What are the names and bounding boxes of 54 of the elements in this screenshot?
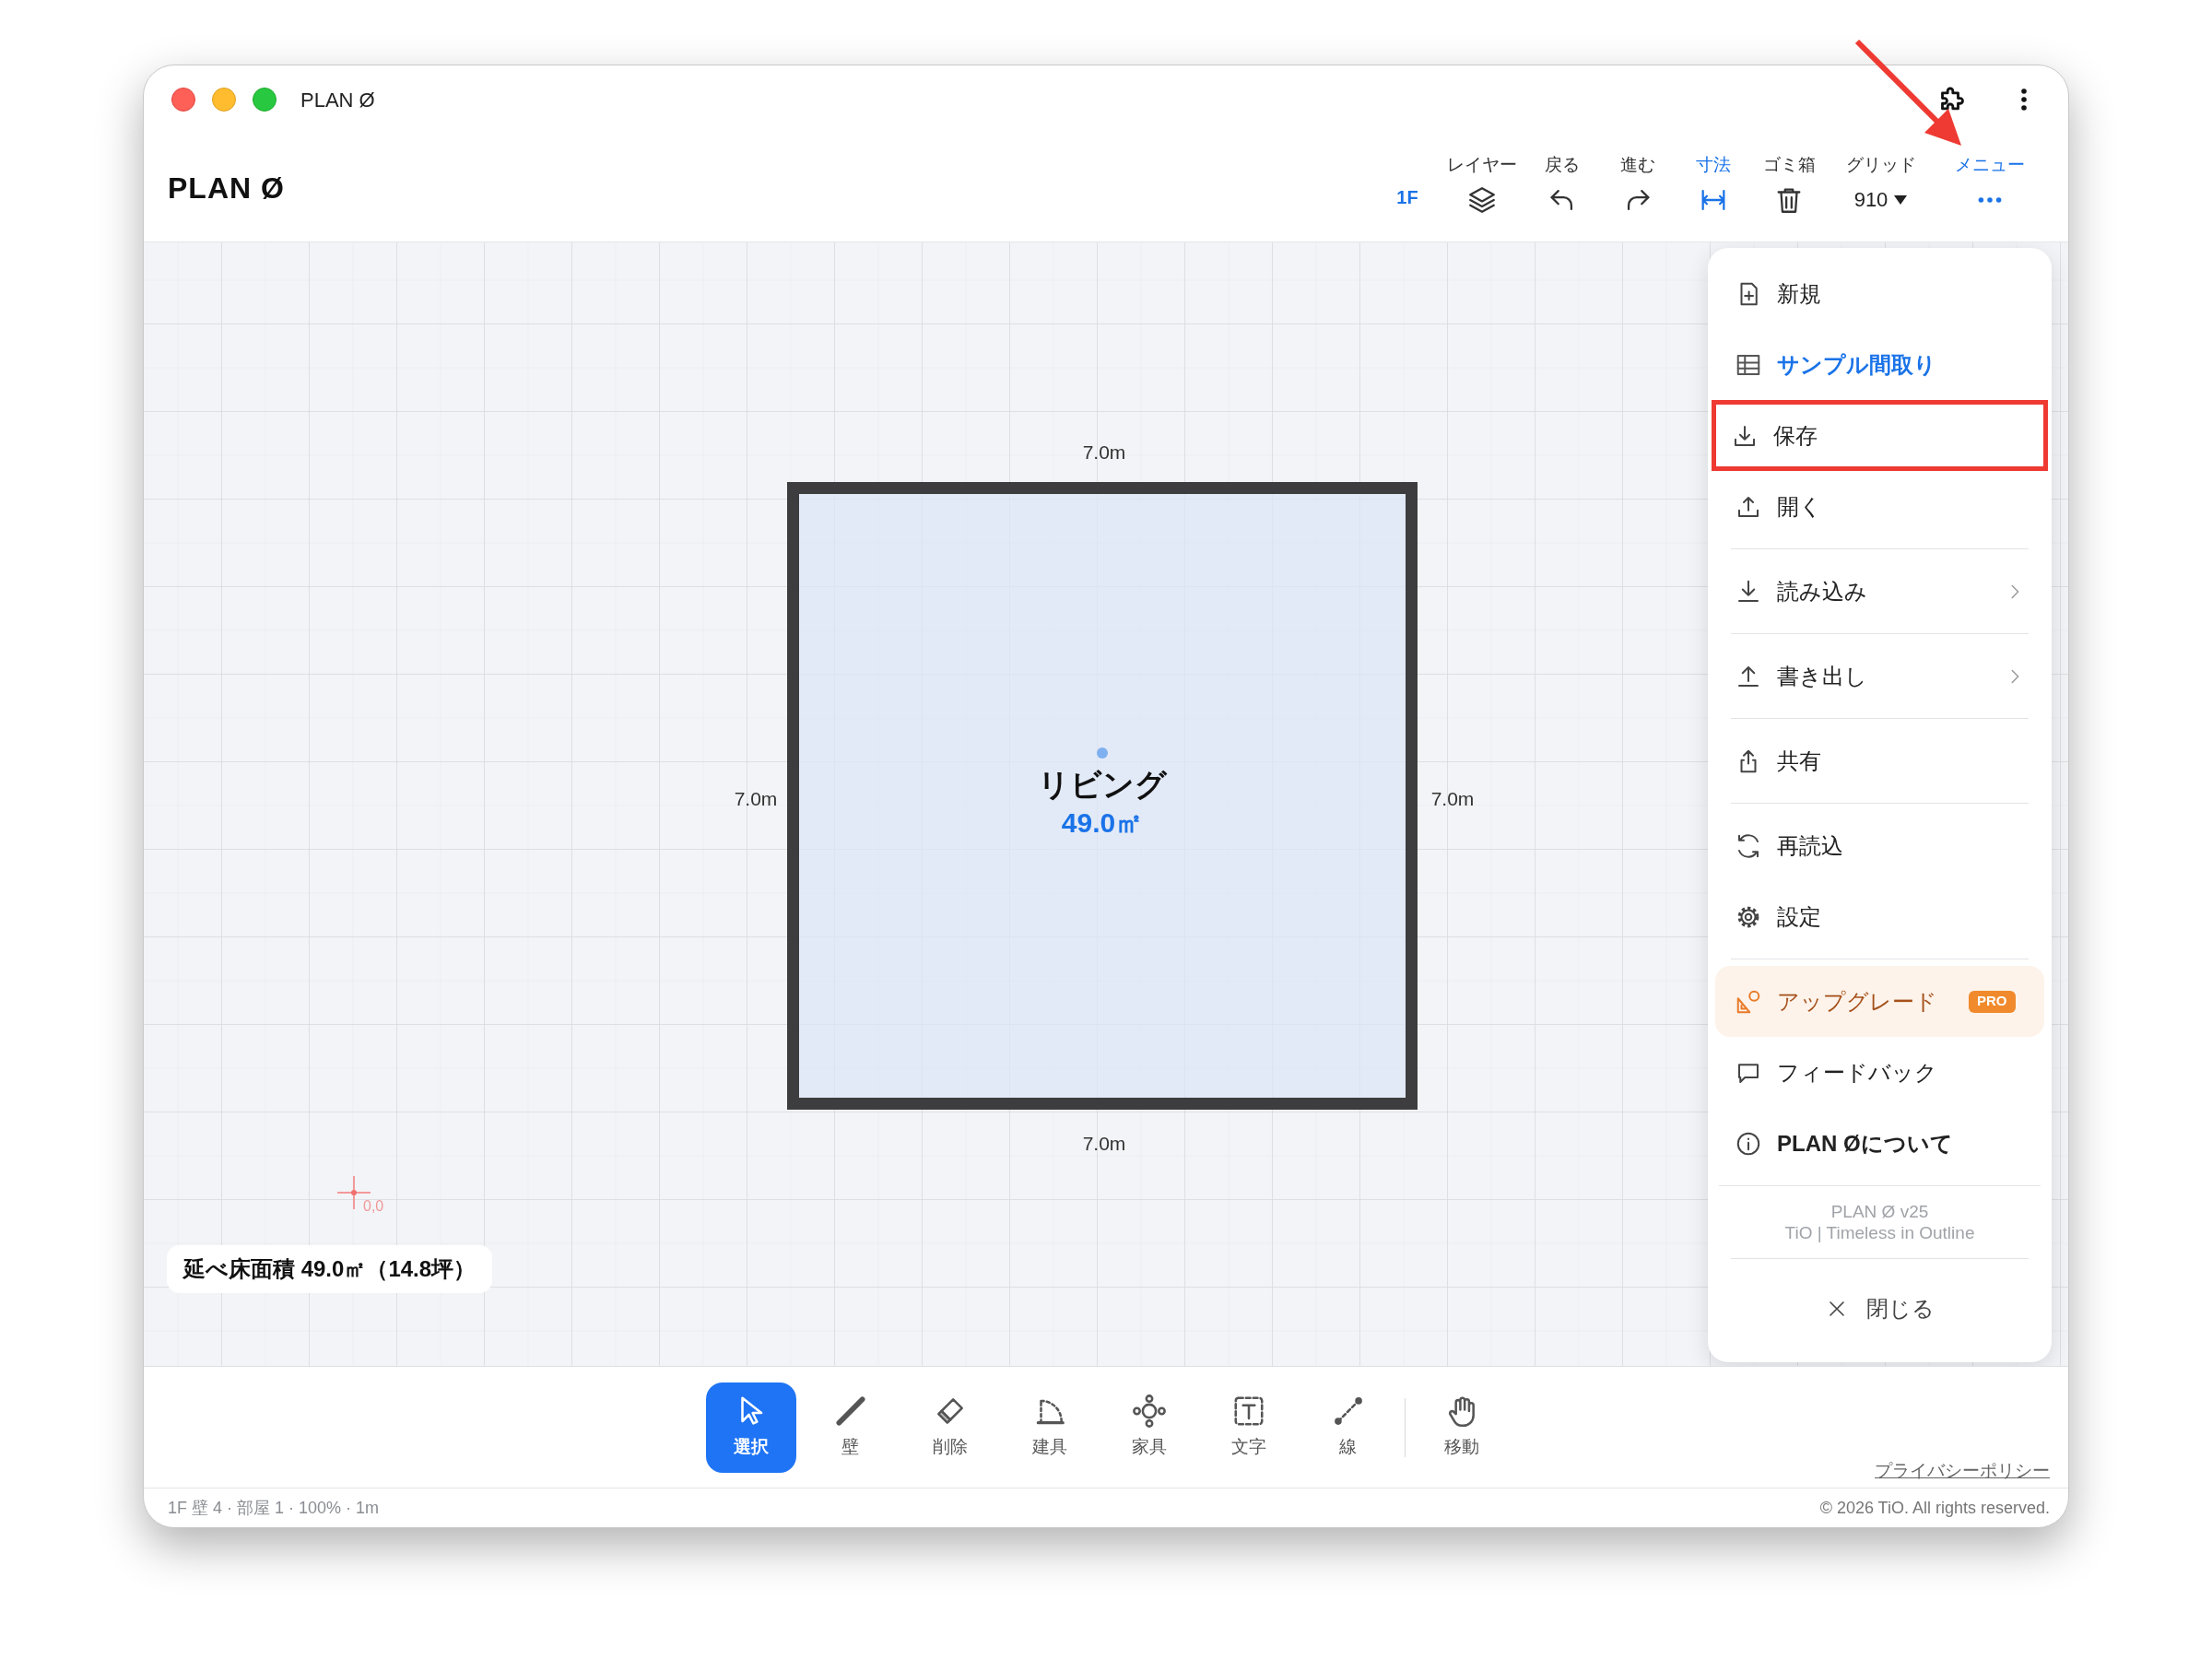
close-menu-button[interactable]: 閉じる xyxy=(1715,1259,2044,1359)
privacy-policy-link[interactable]: プライバシーポリシー xyxy=(1875,1457,2050,1484)
zoom-window-button[interactable] xyxy=(253,88,276,112)
app-title: PLAN Ø xyxy=(168,170,285,206)
pro-badge: PRO xyxy=(1969,990,2016,1013)
version-text: TiO | Timeless in Outline xyxy=(1784,1222,1975,1243)
room-name: リビング xyxy=(1038,765,1167,804)
floor-button[interactable]: 1F xyxy=(1379,178,1436,216)
copyright-text: © 2026 TiO. All rights reserved. xyxy=(1819,1497,2050,1519)
floor-area-label: 延べ床面積 49.0㎡（14.8坪） xyxy=(167,1245,493,1293)
menu-item[interactable]: サンプル間取り xyxy=(1715,329,2044,400)
menu-item[interactable]: 書き出し xyxy=(1715,641,2044,712)
toolbar-button[interactable]: 寸法 xyxy=(1679,152,1747,216)
dimension-label: 7.0m xyxy=(1430,787,1476,811)
dimension-label: 7.0m xyxy=(733,787,779,811)
menu-item[interactable]: フィードバック xyxy=(1715,1037,2044,1108)
status-info: 1F 壁 4 · 部屋 1 · 100% · 1m xyxy=(168,1497,380,1519)
grid-size-dropdown[interactable]: 910 xyxy=(1853,183,1909,216)
menu-item[interactable]: 開く xyxy=(1715,471,2044,542)
menu-button[interactable]: メニュー xyxy=(1939,152,2041,216)
tool-button[interactable]: 壁 xyxy=(805,1382,896,1473)
tool-button[interactable]: 家具 xyxy=(1103,1382,1194,1473)
more-icon xyxy=(1976,196,2004,203)
menu-item[interactable]: 再読込 xyxy=(1715,810,2044,881)
toolbar-button[interactable]: 進む xyxy=(1604,152,1672,216)
tool-button[interactable]: 移動 xyxy=(1416,1382,1507,1473)
tool-button[interactable]: 建具 xyxy=(1004,1382,1095,1473)
tool-button[interactable]: 文字 xyxy=(1203,1382,1294,1473)
minimize-window-button[interactable] xyxy=(212,88,236,112)
toolbar-button[interactable]: ゴミ箱 xyxy=(1755,152,1823,216)
tool-button[interactable]: 削除 xyxy=(904,1382,995,1473)
grid-label: グリッド xyxy=(1846,154,1916,177)
menu-item[interactable]: PLAN Øについて xyxy=(1715,1108,2044,1179)
kebab-icon xyxy=(2021,88,2027,111)
tool-button[interactable]: 選択 xyxy=(705,1382,796,1473)
toolbar-button[interactable]: 戻る xyxy=(1528,152,1596,216)
toolbar-button[interactable]: レイヤー xyxy=(1443,152,1521,216)
room-floor[interactable] xyxy=(787,482,1418,1110)
menu-item[interactable]: 読み込み xyxy=(1715,556,2044,627)
caret-icon xyxy=(1893,193,1909,206)
close-window-button[interactable] xyxy=(171,88,195,112)
dimension-label: 7.0m xyxy=(1081,1132,1127,1156)
furniture-icon xyxy=(1131,1394,1167,1430)
origin-label: 0,0 xyxy=(363,1197,384,1216)
version-text: PLAN Ø v25 xyxy=(1830,1201,1929,1222)
menu-item[interactable]: 保存 xyxy=(1712,400,2048,471)
menu-item[interactable]: 設定 xyxy=(1715,881,2044,952)
dimension-label: 7.0m xyxy=(1081,441,1127,465)
window-title: PLAN Ø xyxy=(300,87,375,113)
tool-button[interactable]: 線 xyxy=(1302,1382,1394,1473)
menu-item[interactable]: アップグレード PRO xyxy=(1715,966,2044,1037)
menu-item[interactable]: 新規 xyxy=(1715,258,2044,329)
menu-item[interactable]: 共有 xyxy=(1715,725,2044,796)
room-area: 49.0㎡ xyxy=(1061,804,1144,841)
